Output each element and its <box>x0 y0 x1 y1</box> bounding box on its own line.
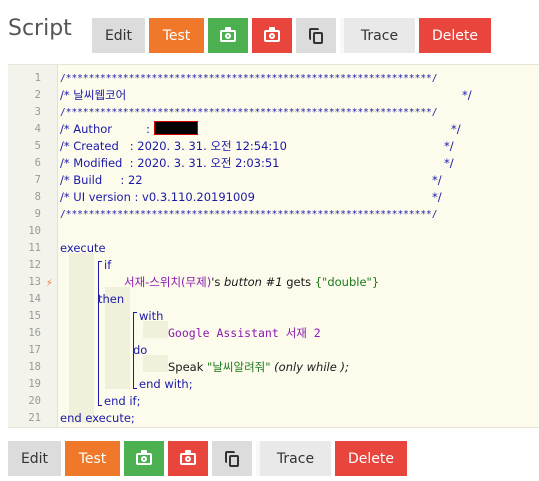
line-number: 17 <box>28 344 41 356</box>
line-number: 18 <box>28 361 41 373</box>
header-author-colon: : <box>146 122 150 136</box>
header-close: */ <box>432 173 442 187</box>
header-border: /***************************************… <box>60 107 438 118</box>
line-number: 11 <box>28 242 41 254</box>
line-number: 6 <box>34 157 41 169</box>
line-number: 5 <box>34 140 41 152</box>
condition-device: 서재-스위치(무제) <box>124 275 212 289</box>
copy-icon <box>225 450 239 467</box>
header-ui-version: /* UI version : v0.3.110.20191009 <box>60 190 255 204</box>
camera-icon <box>180 449 196 465</box>
copy-button[interactable] <box>296 18 336 53</box>
edit-button[interactable]: Edit <box>8 441 61 476</box>
test-button[interactable]: Test <box>65 441 120 476</box>
copy-button[interactable] <box>212 441 252 476</box>
header-close: */ <box>432 190 442 204</box>
camera-button-red[interactable] <box>252 18 292 53</box>
end-with-keyword[interactable]: end with; <box>139 376 193 393</box>
condition-operator: gets <box>282 275 315 289</box>
author-redaction <box>154 121 198 138</box>
line-number: 9 <box>34 208 41 220</box>
top-toolbar: Edit Test Trace Delete <box>92 18 495 53</box>
test-button[interactable]: Test <box>149 18 204 53</box>
trace-button[interactable]: Trace <box>256 441 331 476</box>
speak-value: "날씨알려줘" <box>207 360 271 374</box>
with-device[interactable]: Google Assistant 서재 2 <box>168 325 321 342</box>
line-number: 1 <box>34 72 41 84</box>
condition-attribute: button #1 <box>224 275 283 289</box>
camera-button-red[interactable] <box>168 441 208 476</box>
line-number: 15 <box>28 310 41 322</box>
header-created: /* Created : 2020. 3. 31. 오전 12:54:10 <box>60 139 287 153</box>
condition-value: {"double"} <box>314 275 380 289</box>
line-number: 7 <box>34 174 41 186</box>
line-number: 10 <box>28 225 41 237</box>
header-author-label: /* Author <box>60 122 112 136</box>
condition-possessive: 's <box>211 275 224 289</box>
trace-button[interactable]: Trace <box>340 18 415 53</box>
camera-button-green[interactable] <box>124 441 164 476</box>
line-number: 12 <box>28 259 41 271</box>
header-border-bottom: /***************************************… <box>60 209 438 220</box>
edit-button[interactable]: Edit <box>92 18 145 53</box>
header-border-top: /***************************************… <box>60 73 438 84</box>
line-number: 2 <box>34 89 41 101</box>
delete-button[interactable]: Delete <box>419 18 491 53</box>
line-number: 20 <box>28 395 41 407</box>
do-keyword[interactable]: do <box>133 342 147 359</box>
camera-icon <box>220 26 236 42</box>
line-number: 8 <box>34 191 41 203</box>
camera-icon <box>264 26 280 42</box>
header-close: */ <box>451 122 461 136</box>
with-keyword[interactable]: with <box>139 308 163 325</box>
line-number: 13 <box>28 276 41 288</box>
header-close: */ <box>462 88 472 102</box>
header-title: /* 날씨웹코어 <box>60 88 127 102</box>
header-modified: /* Modified : 2020. 3. 31. 오전 2:03:51 <box>60 156 280 170</box>
line-number: 16 <box>28 327 41 339</box>
trigger-bolt-icon: ⚡ <box>46 276 53 289</box>
line-number: 3 <box>34 106 41 118</box>
condition-statement[interactable]: 서재-스위치(무제)'s button #1 gets {"double"} <box>124 274 379 291</box>
speak-command: Speak <box>168 360 208 374</box>
bottom-toolbar: Edit Test Trace Delete <box>8 441 411 476</box>
camera-button-green[interactable] <box>208 18 248 53</box>
execute-keyword[interactable]: execute <box>60 240 106 257</box>
speak-statement[interactable]: Speak "날씨알려줘" (only while ); <box>168 359 349 376</box>
speak-option: (only while ); <box>270 360 349 374</box>
line-number: 4 <box>34 123 41 135</box>
header-build: /* Build : 22 <box>60 173 143 187</box>
page-title: Script <box>8 16 72 41</box>
line-number: 21 <box>28 412 41 424</box>
header-close: */ <box>444 139 454 153</box>
line-number: 19 <box>28 378 41 390</box>
end-if-keyword[interactable]: end if; <box>104 393 140 410</box>
line-number: 14 <box>28 293 41 305</box>
camera-icon <box>136 449 152 465</box>
script-editor[interactable]: 1 2 3 4 5 6 7 8 9 10 11 12 13 ⚡ 14 15 16 … <box>8 64 539 428</box>
if-keyword[interactable]: if <box>104 257 111 274</box>
copy-icon <box>309 27 323 44</box>
delete-button[interactable]: Delete <box>335 441 407 476</box>
end-execute-keyword[interactable]: end execute; <box>60 410 135 427</box>
then-keyword[interactable]: then <box>98 291 124 308</box>
header-close: */ <box>444 156 454 170</box>
